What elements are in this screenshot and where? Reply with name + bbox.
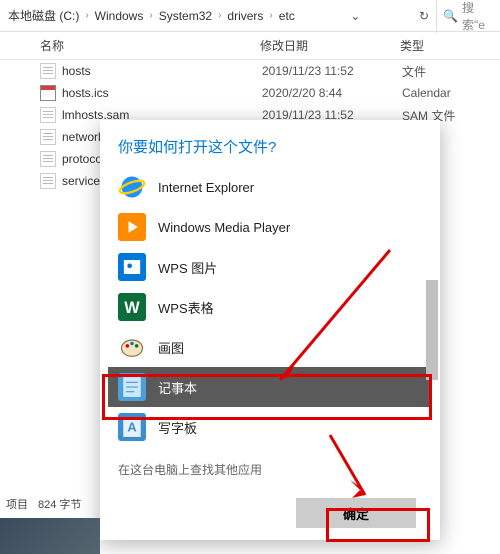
app-label: WPS表格	[158, 298, 214, 317]
breadcrumb-item[interactable]: System32	[155, 9, 216, 23]
app-list: Internet Explorer Windows Media Player W…	[100, 167, 440, 447]
app-item-paint[interactable]: 画图	[108, 327, 432, 367]
notepad-icon	[118, 373, 146, 401]
column-date[interactable]: 修改日期	[260, 37, 400, 54]
file-date: 2020/2/20 8:44	[262, 86, 402, 100]
app-item-wpspic[interactable]: WPS 图片	[108, 247, 432, 287]
app-item-wpssheet[interactable]: W WPS表格	[108, 287, 432, 327]
column-name[interactable]: 名称	[0, 37, 260, 54]
dialog-title: 你要如何打开这个文件?	[100, 120, 440, 167]
wpssheet-icon: W	[118, 293, 146, 321]
file-icon	[40, 63, 56, 79]
search-placeholder: 搜索"e	[462, 0, 496, 33]
more-apps-link[interactable]: 在这台电脑上查找其他应用	[100, 447, 440, 492]
breadcrumb-item[interactable]: 本地磁盘 (C:)	[4, 7, 83, 24]
chevron-right-icon: ›	[147, 10, 154, 21]
svg-text:A: A	[127, 420, 136, 435]
file-row[interactable]: hosts 2019/11/23 11:52 文件	[0, 60, 500, 82]
file-name: hosts.ics	[62, 86, 262, 100]
ie-icon	[118, 173, 146, 201]
file-icon	[40, 151, 56, 167]
file-row[interactable]: hosts.ics 2020/2/20 8:44 Calendar	[0, 82, 500, 104]
file-name: hosts	[62, 64, 262, 78]
refresh-icon[interactable]: ↻	[412, 5, 436, 27]
file-icon	[40, 173, 56, 189]
chevron-right-icon: ›	[267, 10, 274, 21]
chevron-right-icon: ›	[83, 10, 90, 21]
file-icon	[40, 85, 56, 101]
open-with-dialog: 你要如何打开这个文件? Internet Explorer Windows Me…	[100, 120, 440, 540]
scrollbar-thumb[interactable]	[426, 280, 438, 380]
wmp-icon	[118, 213, 146, 241]
file-type: Calendar	[402, 86, 500, 100]
app-label: Windows Media Player	[158, 220, 290, 235]
taskbar-preview	[0, 518, 100, 554]
status-size: 824 字节	[38, 496, 81, 512]
column-header-row: 名称 修改日期 类型	[0, 32, 500, 60]
app-label: 画图	[158, 338, 184, 357]
search-input[interactable]: 🔍 搜索"e	[436, 0, 496, 33]
app-label: 写字板	[158, 418, 197, 437]
file-icon	[40, 129, 56, 145]
status-bar: 项目 824 字节	[0, 492, 87, 516]
search-icon: 🔍	[443, 9, 458, 23]
paint-icon	[118, 333, 146, 361]
chevron-right-icon: ›	[216, 10, 223, 21]
app-item-ie[interactable]: Internet Explorer	[108, 167, 432, 207]
file-date: 2019/11/23 11:52	[262, 64, 402, 78]
app-item-wordpad[interactable]: A 写字板	[108, 407, 432, 447]
app-item-notepad[interactable]: 记事本	[108, 367, 432, 407]
wordpad-icon: A	[118, 413, 146, 441]
app-label: WPS 图片	[158, 258, 217, 277]
breadcrumb-item[interactable]: drivers	[223, 9, 267, 23]
breadcrumb[interactable]: 本地磁盘 (C:) › Windows › System32 › drivers…	[0, 0, 500, 32]
breadcrumb-item[interactable]: Windows	[91, 9, 148, 23]
app-item-wmp[interactable]: Windows Media Player	[108, 207, 432, 247]
breadcrumb-item[interactable]: etc	[275, 9, 299, 23]
svg-text:W: W	[124, 299, 140, 317]
app-label: 记事本	[158, 378, 197, 397]
dropdown-icon[interactable]: ⌄	[343, 5, 367, 27]
app-label: Internet Explorer	[158, 180, 254, 195]
file-icon	[40, 107, 56, 123]
status-items: 项目	[6, 496, 28, 512]
ok-button[interactable]: 确定	[296, 498, 416, 528]
wpspic-icon	[118, 253, 146, 281]
file-type: 文件	[402, 63, 500, 80]
column-type[interactable]: 类型	[400, 37, 500, 54]
